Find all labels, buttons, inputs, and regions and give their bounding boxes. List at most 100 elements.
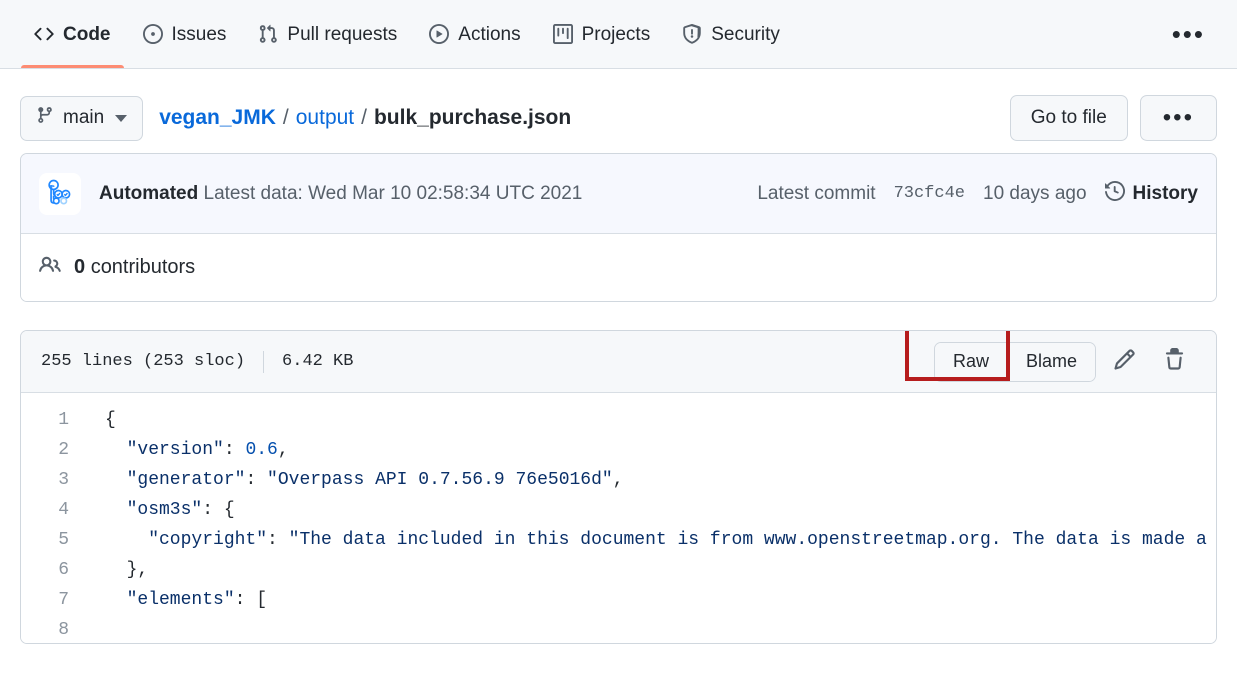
code-token-punc: , xyxy=(612,470,624,490)
tab-projects[interactable]: Projects xyxy=(537,0,667,68)
tab-pull-requests[interactable]: Pull requests xyxy=(242,0,413,68)
breadcrumb: vegan_JMK / output / bulk_purchase.json xyxy=(159,106,571,130)
commit-message-row: Automated Latest data: Wed Mar 10 02:58:… xyxy=(99,183,582,205)
line-number[interactable]: 8 xyxy=(21,615,83,643)
code-token-punc: : { xyxy=(202,500,235,520)
code-line: "elements": [ xyxy=(105,585,1216,615)
code-token-key: "copyright" xyxy=(105,530,268,550)
repository-nav: Code Issues Pull requests Actions Projec xyxy=(0,0,1237,69)
code-token-punc: : xyxy=(223,440,246,460)
breadcrumb-current-file: bulk_purchase.json xyxy=(373,106,572,129)
commit-message[interactable]: Latest data: Wed Mar 10 02:58:34 UTC 202… xyxy=(204,183,583,204)
code-line: "osm3s": { xyxy=(105,495,1216,525)
file-header-actions: Go to file ••• xyxy=(1009,95,1217,141)
breadcrumb-separator-1: / xyxy=(282,106,289,129)
tab-actions[interactable]: Actions xyxy=(413,0,536,68)
project-board-icon xyxy=(552,24,573,44)
breadcrumb-repo-link[interactable]: vegan_JMK xyxy=(159,106,276,130)
history-link[interactable]: History xyxy=(1104,180,1198,207)
file-size: 6.42 KB xyxy=(282,352,354,371)
latest-commit-box: Automated Latest data: Wed Mar 10 02:58:… xyxy=(20,153,1217,302)
history-label: History xyxy=(1132,182,1198,204)
line-number[interactable]: 6 xyxy=(21,555,83,585)
code-line: { xyxy=(105,405,1216,435)
code-token-num: 0.6 xyxy=(245,440,278,460)
code-token-punc: , xyxy=(277,440,289,460)
repo-nav-tabs: Code Issues Pull requests Actions Projec xyxy=(18,0,1158,68)
code-line: }, xyxy=(105,555,1216,585)
avatar[interactable] xyxy=(39,172,81,215)
history-clock-icon xyxy=(1104,180,1125,207)
latest-commit-bar: Automated Latest data: Wed Mar 10 02:58:… xyxy=(21,154,1216,234)
tab-issues[interactable]: Issues xyxy=(127,0,243,68)
line-number[interactable]: 7 xyxy=(21,585,83,615)
line-number[interactable]: 1 xyxy=(21,405,83,435)
breadcrumb-separator-2: / xyxy=(361,106,367,129)
git-branch-icon xyxy=(36,106,54,130)
tab-security-label: Security xyxy=(711,23,780,45)
code-line: "generator": "Overpass API 0.7.56.9 76e5… xyxy=(105,465,1216,495)
tab-issues-label: Issues xyxy=(171,23,227,45)
file-header-row: main vegan_JMK / output / bulk_purchase.… xyxy=(20,69,1217,153)
code-token-key: "generator" xyxy=(105,470,246,490)
file-stats: 255 lines (253 sloc) 6.42 KB xyxy=(41,350,354,373)
code-token-punc: : xyxy=(267,530,289,550)
tab-code-label: Code xyxy=(63,23,111,45)
code-token-punc: : xyxy=(245,470,268,490)
code-token-key: "osm3s" xyxy=(105,500,203,520)
chevron-down-icon xyxy=(115,114,128,122)
code-token-str: "Overpass API 0.7.56.9 76e5016d" xyxy=(267,470,613,490)
tab-code[interactable]: Code xyxy=(18,0,127,68)
code-token-key: "elements" xyxy=(105,590,235,610)
line-number[interactable]: 2 xyxy=(21,435,83,465)
line-number-gutter: 1 2 3 4 5 6 7 8 xyxy=(21,393,83,643)
code-token-punc: }, xyxy=(105,560,149,580)
line-number[interactable]: 3 xyxy=(21,465,83,495)
file-toolbar-actions: Raw Blame xyxy=(933,340,1196,384)
code-token-punc: { xyxy=(105,410,116,430)
delete-file-button[interactable] xyxy=(1152,340,1196,384)
commit-meta: Latest commit 73cfc4e 10 days ago Histor… xyxy=(757,180,1198,207)
commit-sha[interactable]: 73cfc4e xyxy=(894,184,965,203)
play-icon xyxy=(429,24,450,44)
tab-pull-requests-label: Pull requests xyxy=(287,23,398,45)
issue-opened-icon xyxy=(142,24,163,44)
code-text[interactable]: { "version": 0.6, "generator": "Overpass… xyxy=(83,393,1216,643)
latest-commit-label: Latest commit xyxy=(757,182,876,204)
code-line: "version": 0.6, xyxy=(105,435,1216,465)
breadcrumb-folder-link[interactable]: output xyxy=(296,106,354,130)
tab-actions-label: Actions xyxy=(458,23,521,45)
contributors-bar: 0 contributors xyxy=(21,234,1216,301)
file-content-box: 255 lines (253 sloc) 6.42 KB Raw Blame 1… xyxy=(20,330,1217,644)
file-page: main vegan_JMK / output / bulk_purchase.… xyxy=(0,69,1237,644)
line-number[interactable]: 5 xyxy=(21,525,83,555)
file-header-more-button[interactable]: ••• xyxy=(1139,95,1217,141)
people-icon xyxy=(39,254,61,281)
contributors-label: contributors xyxy=(90,256,196,278)
pencil-icon xyxy=(1113,348,1136,376)
code-line: "copyright": "The data included in this … xyxy=(105,525,1216,555)
blame-button[interactable]: Blame xyxy=(1006,342,1095,381)
repo-nav-overflow-button[interactable]: ••• xyxy=(1158,0,1219,68)
branch-selector[interactable]: main xyxy=(20,95,144,141)
tab-security[interactable]: Security xyxy=(666,0,796,68)
contributors-count: 0 xyxy=(74,256,86,278)
raw-button[interactable]: Raw xyxy=(934,342,1007,381)
commit-author[interactable]: Automated xyxy=(99,183,198,204)
code-icon xyxy=(34,24,54,44)
line-number[interactable]: 4 xyxy=(21,495,83,525)
file-line-count: 255 lines (253 sloc) xyxy=(41,352,246,371)
trash-icon xyxy=(1163,347,1186,376)
edit-file-button[interactable] xyxy=(1102,340,1146,384)
raw-blame-button-group: Raw Blame xyxy=(933,341,1096,382)
go-to-file-button[interactable]: Go to file xyxy=(1009,95,1128,141)
toolbar-divider xyxy=(263,350,265,373)
code-token-str: "The data included in this document is f… xyxy=(288,530,1207,550)
file-toolbar: 255 lines (253 sloc) 6.42 KB Raw Blame xyxy=(21,331,1216,393)
branch-name-label: main xyxy=(63,107,105,128)
contributors-text[interactable]: 0 contributors xyxy=(74,256,195,279)
tab-projects-label: Projects xyxy=(581,23,651,45)
commit-relative-time: 10 days ago xyxy=(983,182,1087,204)
code-token-key: "version" xyxy=(105,440,224,460)
